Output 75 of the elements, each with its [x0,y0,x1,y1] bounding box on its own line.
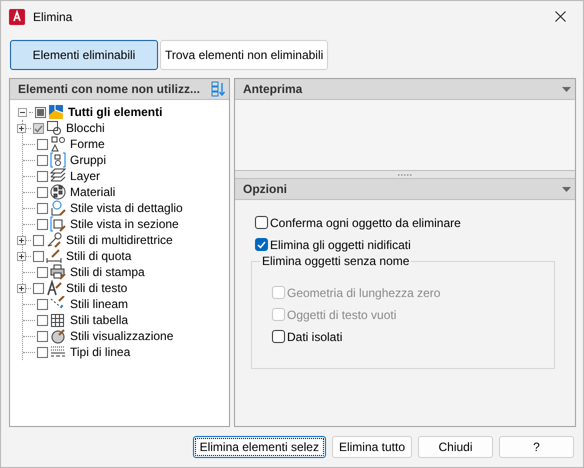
tree-checkbox[interactable] [33,122,44,134]
group-icon [50,152,66,168]
option-checkbox[interactable]: Elimina gli oggetti nidificati [255,236,575,253]
expand-toggle[interactable] [17,124,26,132]
tree-checkbox[interactable] [35,106,46,118]
visual-style-icon [50,328,66,344]
option-checkbox[interactable]: Conferma ogni oggetto da eliminare [255,214,575,231]
tree-item[interactable]: Materiali [68,185,118,199]
layers-icon [50,168,66,184]
splitter-handle[interactable] [235,171,575,179]
tree-item[interactable]: Stili di quota [64,249,134,263]
tree-checkbox[interactable] [33,282,44,294]
printer-icon [50,264,66,280]
app-logo-icon [9,8,25,24]
expand-toggle[interactable] [17,252,26,260]
tree-checkbox[interactable] [37,154,48,166]
check-icon [34,124,43,132]
sort-icon[interactable] [211,81,225,97]
tree-checkbox[interactable] [37,218,48,230]
tree-checkbox[interactable] [37,330,48,342]
tab[interactable]: Trova elementi non eliminabili [160,40,328,70]
expand-toggle[interactable] [17,236,26,244]
tree-item[interactable]: Stili di multidirettrice [64,233,175,247]
tree-item[interactable]: Stili tabella [68,313,130,327]
tree-item[interactable]: Stili visualizzazione [68,329,176,343]
dropdown-icon [562,186,571,192]
tree-item[interactable]: Stili di stampa [68,265,147,279]
tree-item[interactable]: Tipi di linea [68,345,132,359]
expand-toggle[interactable] [17,284,26,292]
tree-item[interactable]: Tutti gli elementi [66,105,164,119]
tree-checkbox[interactable] [37,346,48,358]
leader-icon [46,232,62,248]
all-items-icon [48,104,64,120]
tree-item[interactable]: Stile vista di dettaglio [68,201,185,215]
block-icon [46,120,62,136]
tree-item[interactable]: Gruppi [68,153,108,167]
tree-checkbox[interactable] [37,266,48,278]
window-title: Elimina [33,10,74,24]
tree-item[interactable]: Stili lineam [68,297,130,311]
panel-title: Elementi con nome non utilizz... [18,82,202,96]
dialog-button[interactable]: Chiudi [418,436,493,458]
tree-checkbox[interactable] [37,298,48,310]
tree-item[interactable]: Layer [68,169,102,183]
checker-sphere-icon [50,184,66,200]
panel-title: Anteprima [243,82,304,96]
tree-checkbox[interactable] [33,234,44,246]
option-checkbox[interactable]: Dati isolati [272,328,554,345]
panel-header[interactable]: Opzioni [235,179,575,200]
panel-header[interactable]: Anteprima [235,79,575,100]
dialog-button[interactable]: ? [499,436,574,458]
dialog-button[interactable]: Elimina tutto [332,436,412,458]
panel-title: Opzioni [243,182,288,196]
tree-item[interactable]: Forme [68,137,107,151]
shapes-icon [50,136,66,152]
text-style-icon [46,280,62,296]
dimension-icon [46,248,62,264]
tree-checkbox[interactable] [37,202,48,214]
tree-checkbox[interactable] [37,314,48,326]
check-icon [257,240,266,249]
collapse-toggle[interactable] [18,108,27,116]
tree-item[interactable]: Stili di testo [64,281,130,295]
table-icon [50,312,66,328]
group-title: Elimina oggetti senza nome [260,254,412,268]
tree-checkbox[interactable] [37,138,48,150]
tree-item[interactable]: Stile vista in sezione [68,217,181,231]
detail-view-icon [50,200,66,216]
tree-checkbox[interactable] [37,186,48,198]
tab[interactable]: Elementi eliminabili [10,40,158,70]
dialog-button[interactable]: Elimina elementi selez [192,436,326,458]
tree-item[interactable]: Blocchi [64,121,107,135]
tree-checkbox[interactable] [37,170,48,182]
section-view-icon [50,216,66,232]
tree-checkbox[interactable] [33,250,44,262]
dropdown-icon [562,86,571,92]
close-icon [554,11,566,22]
